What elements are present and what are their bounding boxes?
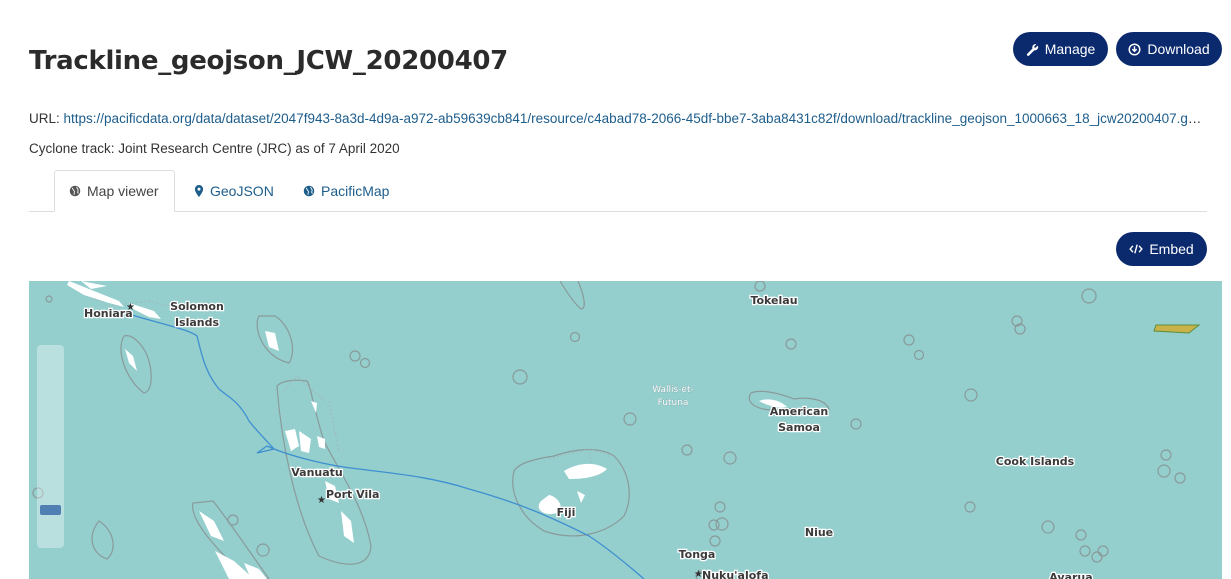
label-tonga: Tonga (679, 548, 716, 561)
embed-button[interactable]: Embed (1116, 232, 1207, 266)
embed-label: Embed (1149, 241, 1194, 257)
label-american-samoa: Samoa (778, 421, 820, 434)
url-label: URL: (29, 111, 60, 126)
label-honiara: Honiara (84, 307, 133, 320)
page-title: Trackline_geojson_JCW_20200407 (29, 46, 508, 76)
label-tokelau: Tokelau (750, 294, 797, 307)
tab-geojson[interactable]: GeoJSON (180, 170, 288, 212)
code-icon (1129, 244, 1144, 254)
globe-icon (303, 185, 315, 197)
label-american-samoa: American (770, 405, 828, 418)
tab-pacificmap[interactable]: PacificMap (289, 170, 403, 212)
tab-map-viewer[interactable]: Map viewer (54, 170, 175, 212)
tab-label: Map viewer (87, 183, 159, 199)
zoom-slider-handle[interactable] (40, 505, 61, 515)
label-fiji: Fiji (557, 506, 576, 519)
label-wallis-futuna: Wallis-et- (652, 385, 694, 395)
resource-url: URL: https://pacificdata.org/data/datase… (29, 111, 1207, 126)
capital-star-icon: ★ (317, 495, 326, 506)
label-solomon-islands: Islands (175, 316, 220, 329)
manage-button[interactable]: Manage (1013, 32, 1108, 66)
resource-description: Cyclone track: Joint Research Centre (JR… (29, 141, 400, 156)
globe-icon (69, 185, 81, 197)
map-marker-icon (194, 185, 204, 197)
download-circle-icon (1128, 42, 1141, 56)
download-button[interactable]: Download (1116, 32, 1222, 66)
map-canvas: ★ ★ ★ Honiara Solomon Islands Tokelau Wa… (29, 281, 1222, 579)
tab-label: PacificMap (321, 183, 390, 199)
resource-url-link[interactable]: https://pacificdata.org/data/dataset/204… (64, 111, 1207, 126)
label-port-vila: Port Vila (326, 488, 379, 501)
download-label: Download (1147, 41, 1210, 57)
tab-label: GeoJSON (210, 183, 274, 199)
manage-label: Manage (1044, 41, 1096, 57)
label-nukualofa: Nuku'alofa (702, 569, 769, 579)
label-wallis-futuna: Futuna (658, 398, 689, 408)
label-cook-islands: Cook Islands (996, 455, 1075, 468)
label-vanuatu: Vanuatu (291, 466, 343, 479)
label-solomon-islands: Solomon (170, 300, 224, 313)
label-avarua: Avarua (1049, 571, 1092, 579)
wrench-icon (1026, 43, 1038, 56)
zoom-slider[interactable] (37, 345, 64, 548)
label-niue: Niue (805, 526, 833, 539)
map-viewer[interactable]: ★ ★ ★ Honiara Solomon Islands Tokelau Wa… (29, 281, 1222, 579)
